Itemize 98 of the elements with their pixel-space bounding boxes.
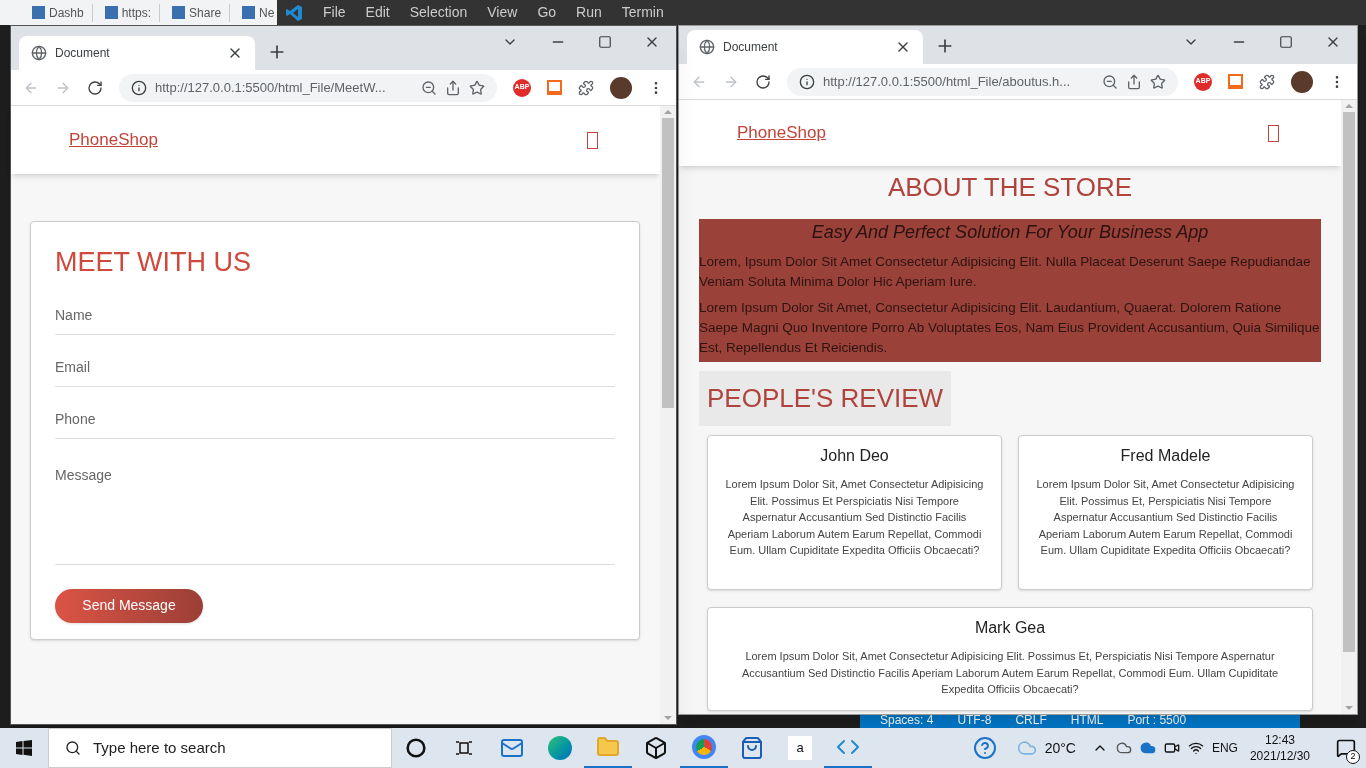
- onedrive-icon[interactable]: [1139, 740, 1156, 756]
- layout-icon[interactable]: [1228, 74, 1243, 89]
- amazon-icon[interactable]: a: [788, 736, 812, 760]
- notification-count: 2: [1346, 750, 1360, 764]
- menu-item[interactable]: Selection: [409, 2, 468, 23]
- notification-icon: [1336, 738, 1356, 758]
- store-icon[interactable]: [740, 736, 764, 760]
- favicon: [242, 6, 256, 19]
- share-icon[interactable]: [445, 79, 461, 96]
- bookmark-label: https:: [121, 4, 152, 22]
- bookmark[interactable]: Dashb: [32, 3, 93, 22]
- review-text: Lorem Ipsum Dolor Sit, Amet Consectetur Adipisicing Elit. Possimus Et, Perspiciatis Nisi Tempore Aspernatur Accusantium Sed Distinctio Facilis Aperiam Laborum Autem Earum Repellat, Commodi Eum. Ullam Cupiditate Expedita Officiis Obcaecati?: [740, 649, 1280, 697]
- maximize-icon[interactable]: [1279, 35, 1293, 49]
- status-item[interactable]: CRLF: [1015, 711, 1047, 728]
- browser-tab[interactable]: Document: [19, 36, 255, 70]
- bookmark-label: Dashb: [49, 4, 84, 22]
- form-title: MEET WITH US: [55, 246, 252, 279]
- menu-item[interactable]: Go: [537, 2, 557, 23]
- zoom-out-icon[interactable]: [421, 79, 437, 96]
- bookmark-star-icon[interactable]: [1150, 73, 1166, 90]
- bookmark-star-icon[interactable]: [469, 79, 485, 96]
- status-item[interactable]: HTML: [1070, 711, 1104, 728]
- reviewer-name: John Deo: [820, 446, 889, 466]
- layout-icon[interactable]: [547, 80, 562, 95]
- address-bar[interactable]: http://127.0.0.1:5500/html_File/aboutus.h...: [787, 67, 1178, 96]
- page-title: ABOUT THE STORE: [887, 171, 1133, 204]
- about-paragraph: Lorem Ipsum Dolor Sit Amet, Consectetur Adipisicing Elit. Laudantium, Quaerat. Dolorem Ratione Saepe Magni Quo Inventore Porro Ab Voluptates Eos, Nam Eius Provident Accusantium, Quia Similique Est, Repellendus Et Reiciendis.: [699, 299, 1321, 357]
- tab-title: Document: [723, 39, 779, 56]
- send-button[interactable]: Send Message: [55, 588, 203, 623]
- brand-link[interactable]: PhoneShop: [737, 120, 826, 146]
- box-icon[interactable]: [587, 131, 598, 149]
- message-field[interactable]: Message: [55, 452, 615, 565]
- text-field[interactable]: Email: [55, 348, 615, 387]
- language-indicator[interactable]: ENG: [1211, 739, 1238, 757]
- clock-time: 12:43: [1264, 732, 1295, 748]
- maximize-icon[interactable]: [598, 35, 612, 49]
- bookmark[interactable]: Share: [172, 3, 231, 22]
- text-field[interactable]: Phone: [55, 400, 615, 439]
- status-item[interactable]: Port : 5500: [1127, 711, 1187, 728]
- cloud-error-icon[interactable]: [1115, 740, 1132, 756]
- favicon: [104, 6, 118, 19]
- status-item[interactable]: Spaces: 4: [880, 711, 934, 728]
- mail-icon[interactable]: [500, 736, 524, 760]
- menu-item[interactable]: Run: [576, 2, 602, 23]
- url-text: http://127.0.0.1:5500/html_File/aboutus.h...: [823, 72, 1072, 91]
- url-text: http://127.0.0.1:5500/html_File/MeetW...: [155, 78, 387, 97]
- favicon: [32, 6, 45, 19]
- scrollbar[interactable]: [660, 106, 676, 724]
- avatar[interactable]: [1291, 70, 1313, 93]
- share-icon[interactable]: [1126, 73, 1142, 90]
- bookmark-label: Ne: [259, 4, 275, 22]
- menu-item[interactable]: Edit: [365, 2, 390, 23]
- camera-icon[interactable]: [1163, 740, 1180, 756]
- review-text: Lorem Ipsum Dolor Sit, Amet Consectetur Adipisicing Elit. Possimus Et, Perspiciatis Nisi Tempore Aspernatur Accusantium Sed Distinctio Facilis Aperiam Laborum Autem Earum Repellat, Commodi Eum. Ullam Cupiditate Expedita Officiis Obcaecati?: [1035, 477, 1296, 558]
- tagline: Easy And Perfect Solution For Your Business App: [811, 221, 1209, 244]
- temperature[interactable]: 20°C: [1044, 737, 1076, 759]
- cortana-icon[interactable]: [406, 738, 426, 758]
- reviewer-name: Mark Gea: [974, 618, 1046, 638]
- brand-link[interactable]: PhoneShop: [69, 127, 158, 153]
- menu-item[interactable]: View: [487, 2, 518, 23]
- reviewer-name: Fred Madele: [1120, 446, 1211, 466]
- favicon: [172, 6, 186, 19]
- address-bar[interactable]: http://127.0.0.1:5500/html_File/MeetW...: [119, 73, 497, 102]
- taskbar-search[interactable]: Type here to search: [48, 728, 392, 768]
- tab-title: Document: [55, 45, 111, 62]
- info-icon: [799, 73, 815, 90]
- clock-date: 2021/12/30: [1249, 748, 1310, 764]
- menu-item[interactable]: Termin: [621, 2, 664, 23]
- windows-icon: [16, 740, 32, 756]
- globe-icon: [699, 39, 715, 55]
- review-text: Lorem Ipsum Dolor Sit, Amet Consectetur Adipisicing Elit. Possimus Et Perspiciatis Nisi Tempore Aspernatur Accusantium Sed Distinctio Facilis Aperiam Laborum Autem Earum Repellat, Commodi Eum. Ullam Cupiditate Expedita Officiis Obcaecati?: [724, 477, 985, 558]
- zoom-out-icon[interactable]: [1102, 73, 1118, 90]
- reload-icon[interactable]: [87, 79, 103, 96]
- scrollbar[interactable]: [1341, 100, 1357, 714]
- search-icon: [65, 740, 81, 756]
- chrome-icon[interactable]: [692, 735, 716, 759]
- browser-tab[interactable]: Document: [687, 30, 923, 64]
- globe-icon: [31, 45, 47, 61]
- bookmark[interactable]: https:: [104, 3, 161, 22]
- avatar[interactable]: [610, 76, 632, 99]
- code-editor-logo: [285, 3, 303, 22]
- status-item[interactable]: UTF-8: [957, 711, 992, 728]
- reviews-title: PEOPLE'S REVIEW: [699, 371, 952, 426]
- text-field[interactable]: Name: [55, 296, 615, 335]
- box-icon[interactable]: [1268, 124, 1279, 142]
- bookmark-label: Share: [189, 4, 222, 22]
- search-field[interactable]: Type here to search: [93, 736, 375, 760]
- info-icon: [131, 79, 147, 96]
- task-view-icon[interactable]: [455, 740, 473, 756]
- menu-item[interactable]: File: [323, 2, 346, 23]
- about-paragraph: Lorem, Ipsum Dolor Sit Amet Consectetur Adipisicing Elit. Nulla Placeat Deserunt Saepe Repudiandae Veniam Soluta Minima Dolor Hic Aperiam Iure.: [699, 253, 1312, 291]
- wifi-icon[interactable]: [1187, 740, 1204, 756]
- notifications-button[interactable]: 2: [1326, 728, 1366, 768]
- clock[interactable]: 12:43 2021/12/30: [1249, 732, 1310, 764]
- extensions-icon[interactable]: [1259, 73, 1275, 90]
- extensions-icon[interactable]: [578, 79, 594, 96]
- help-icon[interactable]: [972, 736, 997, 760]
- reload-icon[interactable]: [755, 73, 771, 90]
